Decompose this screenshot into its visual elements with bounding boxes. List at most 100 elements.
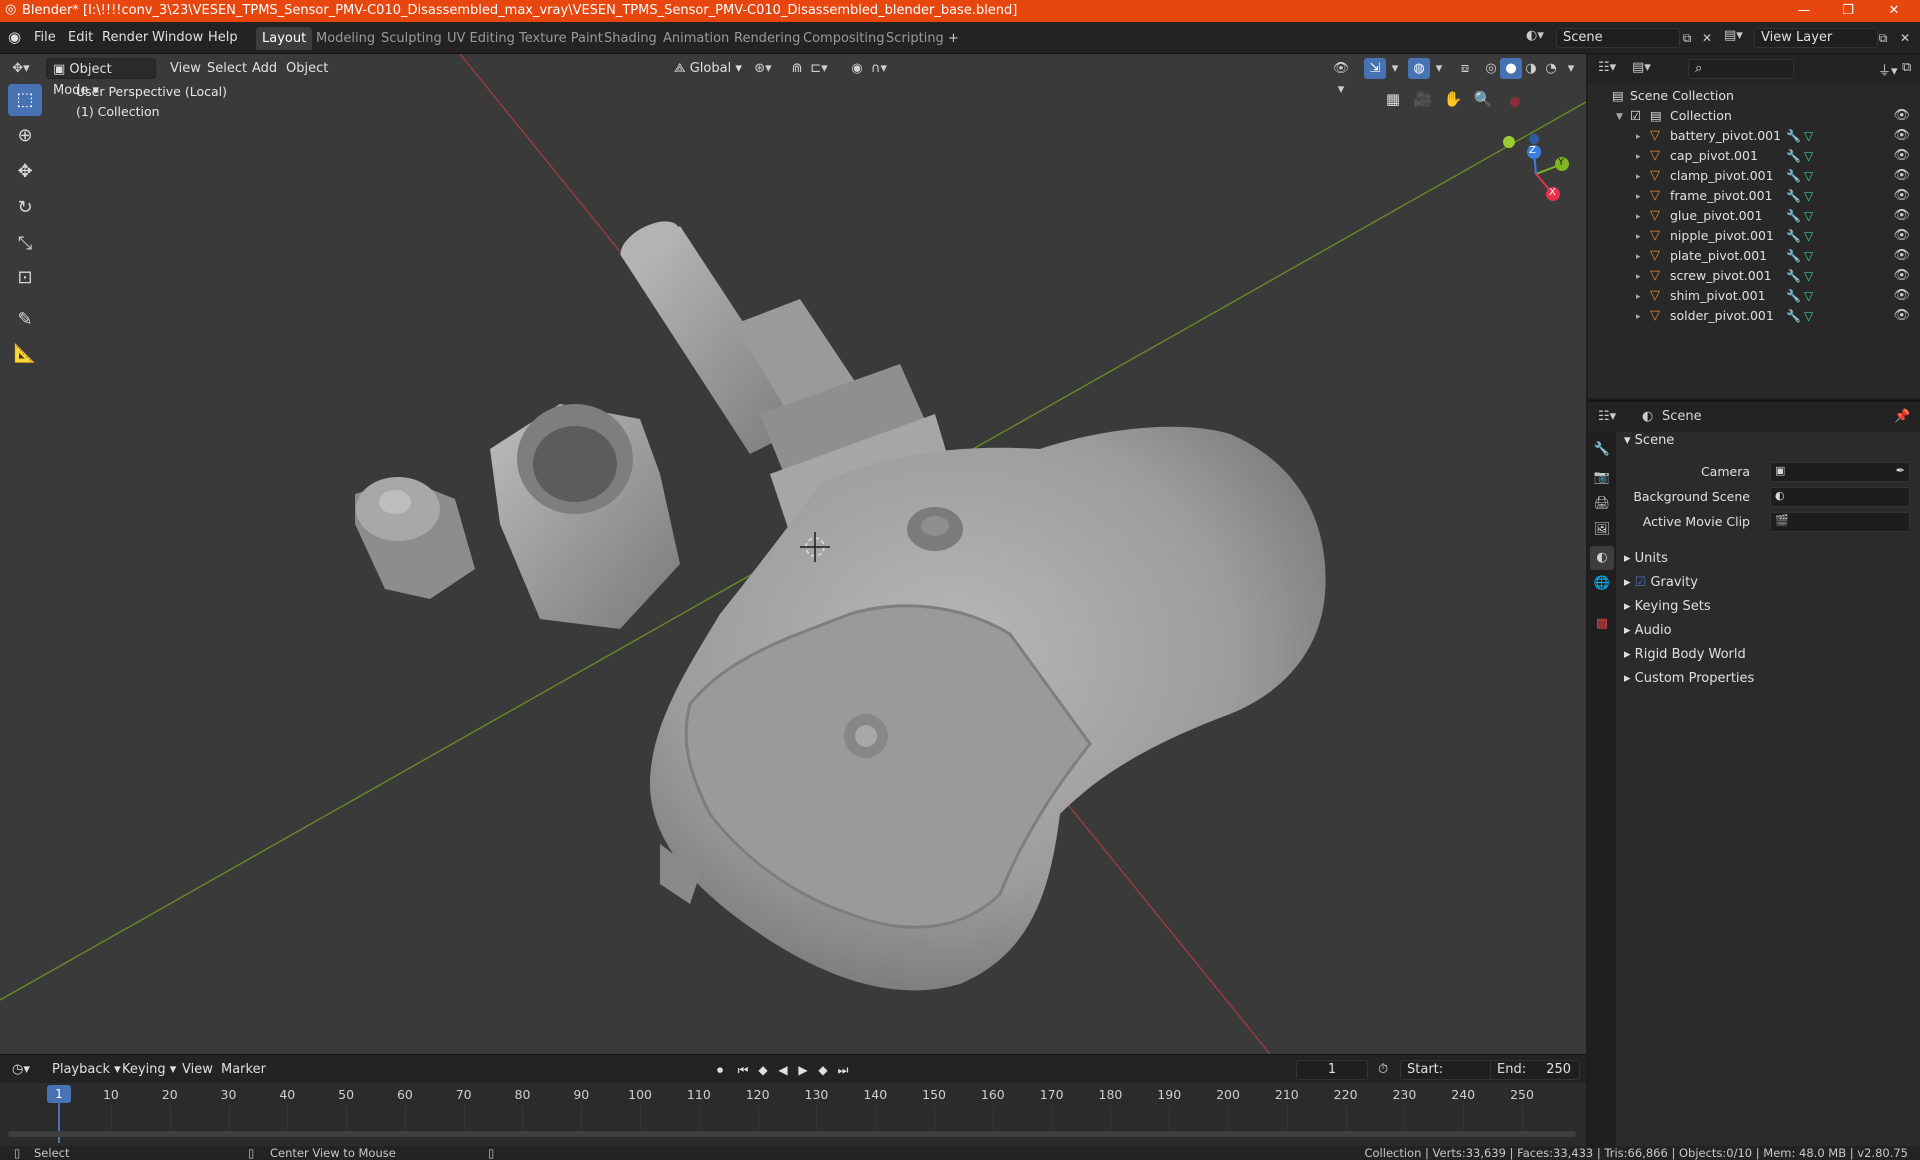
collection-checkbox[interactable]: ☑ bbox=[1630, 106, 1641, 126]
new-view-layer-icon[interactable]: ⧉ bbox=[1872, 28, 1894, 48]
properties-editor-type-icon[interactable]: ☷▾ bbox=[1598, 409, 1616, 424]
gizmo-z-label[interactable]: Z bbox=[1529, 145, 1536, 156]
expand-triangle-icon[interactable]: ▸ bbox=[1636, 227, 1641, 247]
playhead[interactable]: 1 bbox=[47, 1085, 71, 1103]
visibility-eye-icon[interactable]: 👁 bbox=[1893, 146, 1910, 166]
restore-button[interactable]: ❐ bbox=[1826, 0, 1870, 22]
visibility-eye-icon[interactable]: 👁 bbox=[1893, 226, 1910, 246]
outliner-scene-collection[interactable]: ▤ Scene Collection bbox=[1588, 86, 1920, 106]
mesh-data-icon[interactable]: ▽ bbox=[1804, 166, 1813, 186]
cursor-tool-icon[interactable]: ⊕ bbox=[8, 120, 42, 152]
expand-triangle-icon[interactable]: ▸ bbox=[1636, 147, 1641, 167]
tab-rendering[interactable]: Rendering bbox=[728, 27, 806, 50]
modifier-wrench-icon[interactable]: 🔧 bbox=[1786, 206, 1801, 226]
scene-browse-icon[interactable]: ◐▾ bbox=[1526, 28, 1544, 43]
panel-audio[interactable]: ▸ Audio bbox=[1624, 620, 1672, 642]
expand-triangle-icon[interactable]: ▸ bbox=[1636, 187, 1641, 207]
menu-add[interactable]: Add bbox=[246, 58, 283, 79]
outliner-search-input[interactable]: ⌕ bbox=[1688, 59, 1794, 79]
modifier-wrench-icon[interactable]: 🔧 bbox=[1786, 186, 1801, 206]
visibility-eye-icon[interactable]: 👁 bbox=[1893, 306, 1910, 326]
3d-viewport[interactable]: ✥▾ ▣ Object Mode ▾ View Select Add Objec… bbox=[0, 54, 1586, 1054]
panel-units[interactable]: ▸ Units bbox=[1624, 548, 1668, 570]
mesh-data-icon[interactable]: ▽ bbox=[1804, 186, 1813, 206]
modifier-wrench-icon[interactable]: 🔧 bbox=[1786, 246, 1801, 266]
panel-custom-properties[interactable]: ▸ Custom Properties bbox=[1624, 668, 1754, 690]
delete-view-layer-icon[interactable]: ✕ bbox=[1894, 28, 1916, 48]
view-layer-field[interactable]: View Layer bbox=[1754, 28, 1878, 48]
panel-keying-sets[interactable]: ▸ Keying Sets bbox=[1624, 596, 1711, 618]
outliner-item[interactable]: ▸ ▽ screw_pivot.001 🔧 ▽ 👁 bbox=[1588, 266, 1920, 286]
eyedropper-icon[interactable]: ✒ bbox=[1896, 464, 1905, 477]
outliner-item[interactable]: ▸ ▽ clamp_pivot.001 🔧 ▽ 👁 bbox=[1588, 166, 1920, 186]
mesh-data-icon[interactable]: ▽ bbox=[1804, 146, 1813, 166]
zoom-view-icon[interactable]: 🔍 bbox=[1470, 86, 1496, 112]
gizmo-icon[interactable]: ⇲ bbox=[1364, 58, 1386, 79]
visibility-eye-icon[interactable]: 👁 bbox=[1893, 186, 1910, 206]
modifier-wrench-icon[interactable]: 🔧 bbox=[1786, 266, 1801, 286]
tab-modeling[interactable]: Modeling bbox=[310, 27, 381, 50]
modifier-wrench-icon[interactable]: 🔧 bbox=[1786, 126, 1801, 146]
render-tab-icon[interactable]: 📷 bbox=[1590, 466, 1614, 490]
menu-help[interactable]: Help bbox=[204, 28, 242, 48]
add-workspace-button[interactable]: + bbox=[942, 27, 965, 50]
filter-icon[interactable]: ⏚▾ bbox=[1878, 60, 1898, 79]
visibility-eye-icon[interactable]: 👁 bbox=[1893, 166, 1910, 186]
rendered-shading-icon[interactable]: ◔ bbox=[1540, 58, 1562, 79]
toggle-ortho-icon[interactable]: ▦ bbox=[1380, 86, 1406, 112]
scene-tab-icon[interactable]: ◐ bbox=[1590, 546, 1614, 570]
shading-dropdown-icon[interactable]: ▾ bbox=[1560, 58, 1582, 79]
scene-name-field[interactable]: Scene bbox=[1556, 28, 1680, 48]
outliner-item[interactable]: ▸ ▽ glue_pivot.001 🔧 ▽ 👁 bbox=[1588, 206, 1920, 226]
overlays-icon[interactable]: ◍ bbox=[1408, 58, 1430, 79]
editor-type-icon[interactable]: ✥▾ bbox=[10, 58, 32, 79]
visibility-eye-icon[interactable]: 👁 bbox=[1893, 286, 1910, 306]
tab-layout[interactable]: Layout bbox=[256, 27, 313, 50]
solid-shading-icon[interactable]: ● bbox=[1500, 58, 1522, 79]
modifier-wrench-icon[interactable]: 🔧 bbox=[1786, 226, 1801, 246]
tab-compositing[interactable]: Compositing bbox=[797, 27, 891, 50]
tab-animation[interactable]: Animation bbox=[657, 27, 735, 50]
panel-rigid-body-world[interactable]: ▸ Rigid Body World bbox=[1624, 644, 1746, 666]
outliner-item[interactable]: ▸ ▽ battery_pivot.001 🔧 ▽ 👁 bbox=[1588, 126, 1920, 146]
scale-tool-icon[interactable]: ⤡ bbox=[8, 228, 42, 260]
camera-field[interactable]: ▣ ✒ bbox=[1770, 462, 1910, 482]
output-tab-icon[interactable]: 🖨 bbox=[1590, 492, 1614, 516]
modifier-wrench-icon[interactable]: 🔧 bbox=[1786, 166, 1801, 186]
menu-window[interactable]: Window bbox=[148, 28, 207, 48]
tab-shading[interactable]: Shading bbox=[598, 27, 663, 50]
visibility-eye-icon[interactable]: 👁 bbox=[1893, 206, 1910, 226]
move-tool-icon[interactable]: ✥ bbox=[8, 156, 42, 188]
expand-triangle-icon[interactable]: ▸ bbox=[1636, 287, 1641, 307]
outliner-item[interactable]: ▸ ▽ shim_pivot.001 🔧 ▽ 👁 bbox=[1588, 286, 1920, 306]
material-shading-icon[interactable]: ◑ bbox=[1520, 58, 1542, 79]
expand-triangle-icon[interactable]: ▸ bbox=[1636, 307, 1641, 327]
modifier-wrench-icon[interactable]: 🔧 bbox=[1786, 286, 1801, 306]
texture-tab-icon[interactable]: ▩ bbox=[1590, 612, 1614, 636]
background-scene-field[interactable]: ◐ bbox=[1770, 487, 1910, 507]
scene-section-header[interactable]: ▾ Scene bbox=[1624, 430, 1674, 452]
visibility-eye-icon[interactable]: 👁 bbox=[1893, 246, 1910, 266]
expand-triangle-icon[interactable]: ▸ bbox=[1636, 267, 1641, 287]
falloff-icon[interactable]: ∩▾ bbox=[868, 58, 890, 79]
delete-scene-icon[interactable]: ✕ bbox=[1696, 28, 1718, 48]
outliner-item[interactable]: ▸ ▽ frame_pivot.001 🔧 ▽ 👁 bbox=[1588, 186, 1920, 206]
mesh-data-icon[interactable]: ▽ bbox=[1804, 246, 1813, 266]
outliner-item[interactable]: ▸ ▽ nipple_pivot.001 🔧 ▽ 👁 bbox=[1588, 226, 1920, 246]
overlays-dropdown-icon[interactable]: ▾ bbox=[1428, 58, 1450, 79]
modifier-wrench-icon[interactable]: 🔧 bbox=[1786, 306, 1801, 326]
xray-icon[interactable]: ⧈ bbox=[1454, 58, 1476, 79]
camera-view-icon[interactable]: 🎥 bbox=[1410, 86, 1436, 112]
view-layer-browse-icon[interactable]: ▤▾ bbox=[1724, 28, 1743, 43]
blender-menu-icon[interactable]: ◉ bbox=[8, 28, 21, 46]
tab-scripting[interactable]: Scripting bbox=[880, 27, 950, 50]
visibility-eye-icon[interactable]: 👁 bbox=[1893, 266, 1910, 286]
outliner-item[interactable]: ▸ ▽ cap_pivot.001 🔧 ▽ 👁 bbox=[1588, 146, 1920, 166]
outliner-item[interactable]: ▸ ▽ solder_pivot.001 🔧 ▽ 👁 bbox=[1588, 306, 1920, 326]
tab-texture-paint[interactable]: Texture Paint bbox=[513, 27, 609, 50]
modifier-wrench-icon[interactable]: 🔧 bbox=[1786, 146, 1801, 166]
outliner-collection[interactable]: ▼ ☑ ▤ Collection 👁 bbox=[1588, 106, 1920, 126]
transform-tool-icon[interactable]: ⊡ bbox=[8, 262, 42, 294]
menu-edit[interactable]: Edit bbox=[64, 28, 97, 48]
outliner-editor-type-icon[interactable]: ☷▾ bbox=[1598, 60, 1616, 75]
